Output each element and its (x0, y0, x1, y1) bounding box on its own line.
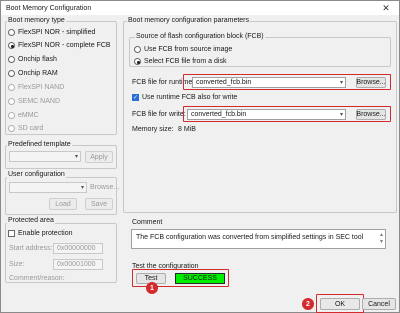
radio-label: FlexSPI NOR - complete FCB (18, 42, 111, 49)
boot-params-label: Boot memory configuration parameters (127, 17, 250, 24)
comment-reason-label: Comment/reason: (9, 275, 65, 282)
radio-dot[interactable] (134, 58, 141, 65)
radio-flexspi-nor-simplified[interactable]: FlexSPI NOR - simplified (8, 29, 95, 36)
start-address-value: 0x00000000 (57, 245, 96, 252)
runtime-highlight (183, 74, 391, 90)
radio-label: Onchip flash (18, 56, 57, 63)
cancel-button[interactable]: Cancel (362, 298, 396, 310)
fcb-source-label: Source of flash configuration block (FCB… (135, 33, 265, 40)
size-input[interactable]: 0x00001000 (53, 259, 103, 270)
radio-label: SEMC NAND (18, 98, 61, 105)
close-icon[interactable]: ✕ (373, 1, 399, 15)
radio-dot[interactable] (8, 29, 15, 36)
comment-text: The FCB configuration was converted from… (136, 234, 364, 241)
radio-onchip-flash[interactable]: Onchip flash (8, 56, 57, 63)
user-configuration-select[interactable]: ▾ (9, 182, 87, 193)
radio-label: Use FCB from source image (144, 46, 233, 53)
radio-dot[interactable] (8, 42, 15, 49)
comment-textarea[interactable]: The FCB configuration was converted from… (131, 229, 386, 249)
checkbox-box[interactable] (8, 230, 15, 237)
predefined-template-select[interactable]: ▾ (9, 151, 81, 162)
radio-semc-nand[interactable]: SEMC NAND (8, 98, 60, 105)
radio-dot[interactable] (8, 70, 15, 77)
window-title: Boot Memory Configuration (6, 4, 92, 12)
load-button[interactable]: Load (49, 198, 77, 210)
user-configuration-label: User configuration (7, 171, 66, 178)
write-highlight (183, 106, 391, 122)
user-config-browse-button[interactable]: Browse... (90, 184, 119, 191)
radio-dot[interactable] (8, 98, 15, 105)
radio-dot[interactable] (134, 46, 141, 53)
radio-dot[interactable] (8, 112, 15, 119)
radio-dot[interactable] (8, 56, 15, 63)
radio-sd-card[interactable]: SD card (8, 125, 43, 132)
chevron-down-icon: ▾ (74, 154, 78, 160)
protected-area-label: Protected area (7, 217, 55, 224)
radio-label: FlexSPI NOR - simplified (18, 29, 96, 36)
radio-select-fcb-from-disk[interactable]: Select FCB file from a disk (134, 58, 226, 65)
memory-size-value: 8 MiB (178, 126, 196, 133)
size-label: Size: (9, 261, 25, 268)
predefined-template-label: Predefined template (7, 141, 72, 148)
boot-memory-type-label: Boot memory type (7, 17, 66, 24)
radio-onchip-ram[interactable]: Onchip RAM (8, 70, 58, 77)
apply-button[interactable]: Apply (85, 151, 113, 163)
radio-flexspi-nor-complete[interactable]: FlexSPI NOR - complete FCB (8, 42, 111, 49)
boot-memory-dialog: Boot Memory Configuration ✕ Boot memory … (0, 0, 400, 313)
radio-label: FlexSPI NAND (18, 84, 65, 91)
checkbox-label: Enable protection (18, 230, 73, 237)
use-runtime-fcb-checkbox[interactable]: Use runtime FCB also for write (132, 94, 237, 101)
radio-label: eMMC (18, 112, 39, 119)
enable-protection-checkbox[interactable]: Enable protection (8, 230, 72, 237)
annotation-badge-2: 2 (302, 298, 314, 310)
radio-dot[interactable] (8, 125, 15, 132)
radio-use-fcb-source-image[interactable]: Use FCB from source image (134, 46, 232, 53)
ok-highlight (316, 294, 364, 313)
annotation-badge-1: 1 (146, 282, 158, 294)
fcb-write-label: FCB file for write: (132, 111, 186, 118)
radio-label: Select FCB file from a disk (144, 58, 227, 65)
chevron-down-icon: ▾ (80, 185, 84, 191)
radio-dot[interactable] (8, 84, 15, 91)
radio-emmc[interactable]: eMMC (8, 112, 39, 119)
start-address-input[interactable]: 0x00000000 (53, 243, 103, 254)
radio-label: SD card (18, 125, 44, 132)
memory-size-label: Memory size: (132, 126, 174, 133)
comment-label: Comment (132, 219, 163, 226)
save-button[interactable]: Save (85, 198, 113, 210)
title-bar: Boot Memory Configuration ✕ (1, 1, 399, 15)
checkbox-box[interactable] (132, 94, 139, 101)
start-address-label: Start address: (9, 245, 53, 252)
radio-flexspi-nand[interactable]: FlexSPI NAND (8, 84, 64, 91)
radio-label: Onchip RAM (18, 70, 58, 77)
checkbox-label: Use runtime FCB also for write (142, 94, 238, 101)
scroll-down-icon[interactable]: ▼ (379, 238, 384, 247)
size-value: 0x00001000 (57, 261, 96, 268)
